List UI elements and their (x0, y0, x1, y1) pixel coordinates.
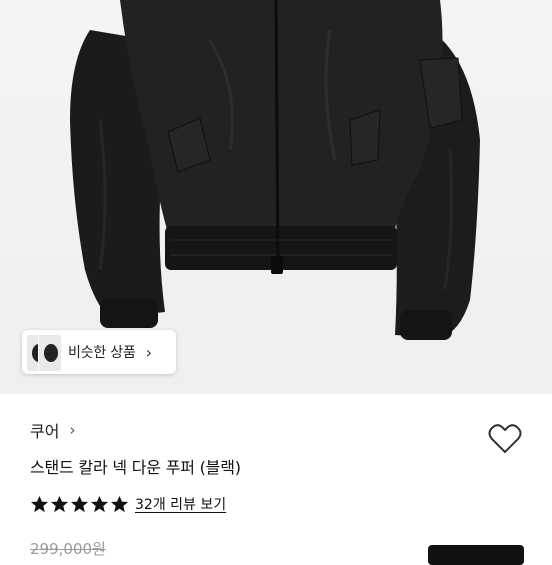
product-title: 스탠드 칼라 넥 다운 푸퍼 (블랙) (30, 458, 241, 477)
similar-products-button[interactable]: 비슷한 상품 › (22, 330, 176, 374)
product-image[interactable]: 비슷한 상품 › (0, 0, 552, 394)
similar-thumbnail (38, 334, 62, 372)
rating-row: 32개 리뷰 보기 (30, 494, 226, 514)
purchase-button[interactable] (428, 545, 524, 565)
star-icon (30, 495, 49, 512)
product-info: 쿠어 › 스탠드 칼라 넥 다운 푸퍼 (블랙) 32개 리뷰 보기 299,0… (0, 394, 552, 565)
brand-link[interactable]: 쿠어 › (30, 418, 75, 442)
chevron-right-icon: › (145, 342, 153, 362)
heart-icon[interactable] (488, 424, 522, 454)
similar-thumbnails (24, 330, 64, 374)
star-icon (70, 495, 89, 512)
review-link[interactable]: 32개 리뷰 보기 (135, 494, 226, 514)
star-icon (110, 495, 129, 512)
chevron-right-icon: › (69, 421, 76, 439)
star-icon (90, 495, 109, 512)
star-rating (30, 495, 129, 514)
original-price: 299,000원 (30, 540, 106, 558)
similar-products-label: 비슷한 상품 (68, 345, 136, 361)
star-icon (50, 495, 69, 512)
brand-name: 쿠어 (30, 422, 60, 441)
